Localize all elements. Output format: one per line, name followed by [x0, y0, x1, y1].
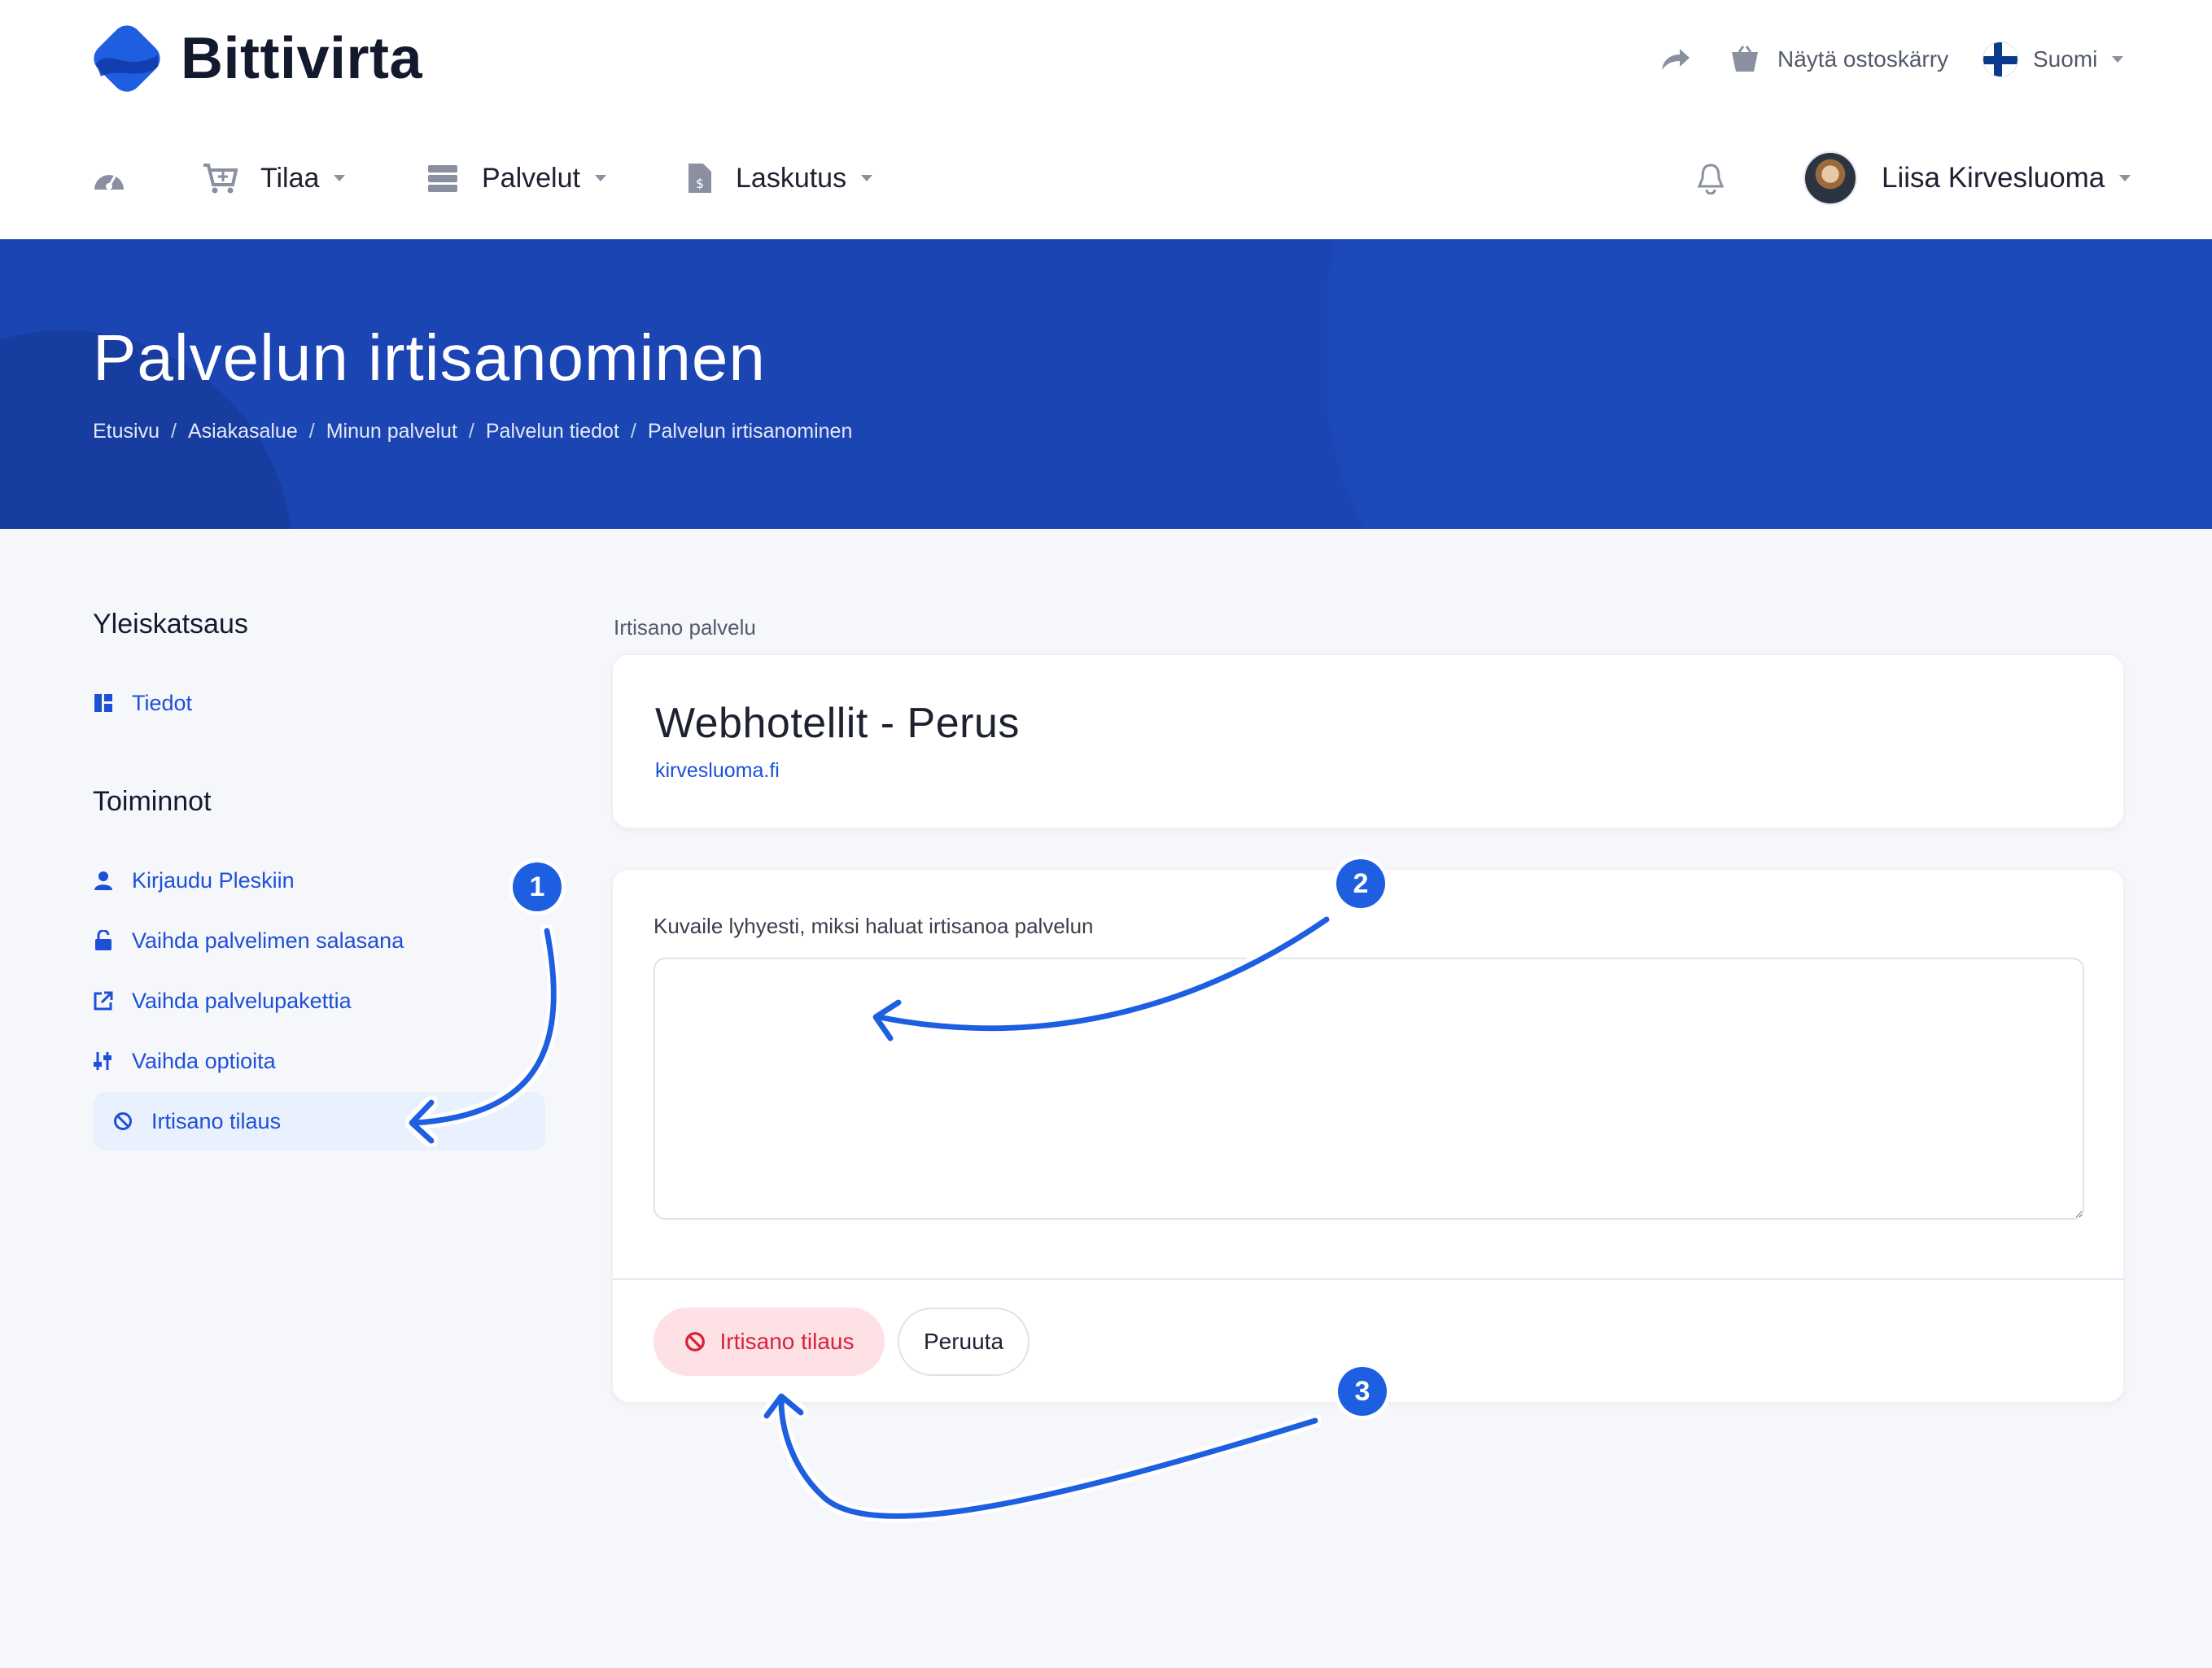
service-name: Webhotellit - Perus [655, 700, 1020, 747]
chevron-down-icon [861, 175, 873, 181]
bell-icon [1697, 164, 1725, 194]
sidebar-item-label: Irtisano tilaus [151, 1108, 282, 1133]
annotation-badge-2: 2 [1336, 859, 1385, 908]
sidebar-item-label: Kirjaudu Pleskiin [132, 867, 295, 893]
service-card: Webhotellit - Perus kirvesluoma.fi [612, 654, 2124, 828]
chevron-down-icon [594, 175, 606, 181]
nav-order-label: Tilaa [260, 162, 320, 194]
brand-name: Bittivirta [181, 26, 423, 91]
share-arrow-icon [1662, 49, 1690, 70]
sidebar-item-label: Vaihda palvelimen salasana [132, 928, 404, 953]
section-label: Irtisano palvelu [614, 615, 756, 640]
cancel-button[interactable]: Peruuta [898, 1308, 1029, 1376]
chevron-down-icon [334, 175, 346, 181]
breadcrumb-separator: / [468, 420, 474, 443]
breadcrumb-item-client-area[interactable]: Asiakasalue [188, 420, 298, 443]
bittivirta-logo-icon [94, 25, 160, 92]
annotation-badge-3: 3 [1338, 1367, 1387, 1416]
user-menu[interactable]: Liisa Kirvesluoma [1803, 151, 2131, 205]
sidebar-item-label: Tiedot [132, 690, 193, 715]
cancellation-form: Kuvaile lyhyesti, miksi haluat irtisanoa… [612, 869, 2124, 1403]
chevron-down-icon [2119, 175, 2131, 181]
divider [613, 1278, 2123, 1280]
sliders-icon [93, 1050, 114, 1072]
brand-logo[interactable]: Bittivirta [91, 23, 422, 94]
breadcrumb-item-service-details[interactable]: Palvelun tiedot [486, 420, 619, 443]
share-button[interactable] [1660, 39, 1691, 80]
page-hero: Palvelun irtisanominen Etusivu / Asiakas… [0, 239, 2212, 529]
sidebar-item-change-options[interactable]: Vaihda optioita [93, 1038, 276, 1084]
ban-icon [112, 1111, 133, 1131]
notifications-button[interactable] [1696, 151, 1725, 205]
svg-text:$: $ [696, 176, 704, 191]
hero-decoration [1327, 239, 2212, 529]
sidebar-heading-actions: Toiminnot [93, 786, 212, 817]
sidebar-item-change-password[interactable]: Vaihda palvelimen salasana [93, 918, 404, 963]
sidebar-item-plesk-login[interactable]: Kirjaudu Pleskiin [93, 858, 295, 903]
nav-services[interactable]: Palvelut [426, 151, 606, 205]
basket-icon [1732, 46, 1758, 72]
sidebar-item-cancel-subscription[interactable]: Irtisano tilaus [93, 1092, 545, 1151]
nav-services-label: Palvelut [482, 162, 580, 194]
breadcrumb-item-current: Palvelun irtisanominen [647, 420, 853, 443]
dashboard-gauge-icon [94, 174, 124, 190]
ban-icon [684, 1332, 705, 1351]
service-domain-link[interactable]: kirvesluoma.fi [655, 759, 780, 783]
breadcrumb-separator: / [308, 420, 315, 443]
breadcrumb-separator: / [630, 420, 636, 443]
reason-label: Kuvaile lyhyesti, miksi haluat irtisanoa… [654, 914, 1094, 938]
sidebar-item-change-package[interactable]: Vaihda palvelupakettia [93, 978, 352, 1024]
user-name: Liisa Kirvesluoma [1882, 162, 2105, 194]
annotation-badge-1: 1 [513, 862, 562, 911]
sidebar-heading-overview: Yleiskatsaus [93, 609, 248, 640]
breadcrumb: Etusivu / Asiakasalue / Minun palvelut /… [93, 420, 852, 443]
reason-textarea[interactable] [654, 958, 2084, 1220]
avatar [1803, 151, 1857, 205]
top-header: Bittivirta Näytä ostoskärry Suomi Tilaa [0, 0, 2212, 239]
view-cart-label: Näytä ostoskärry [1777, 46, 1949, 72]
breadcrumb-item-home[interactable]: Etusivu [93, 420, 160, 443]
cancel-subscription-label: Irtisano tilaus [719, 1329, 855, 1354]
nav-billing[interactable]: $ Laskutus [687, 151, 873, 205]
breadcrumb-separator: / [170, 420, 177, 443]
cart-plus-icon [203, 164, 238, 194]
nav-billing-label: Laskutus [736, 162, 847, 194]
chevron-down-icon [2112, 56, 2124, 63]
external-link-icon [93, 990, 114, 1011]
breadcrumb-item-my-services[interactable]: Minun palvelut [326, 420, 457, 443]
language-selector[interactable]: Suomi [1982, 39, 2124, 80]
finland-flag-icon [1982, 41, 2018, 77]
annotation-arrow-3 [778, 1398, 1318, 1519]
server-icon [428, 165, 457, 192]
view-cart-link[interactable]: Näytä ostoskärry [1729, 39, 1948, 80]
sidebar-item-label: Vaihda palvelupakettia [132, 988, 352, 1013]
sidebar-item-details[interactable]: Tiedot [93, 680, 192, 726]
page-title: Palvelun irtisanominen [93, 321, 766, 394]
cancel-subscription-button[interactable]: Irtisano tilaus [654, 1308, 885, 1376]
nav-dashboard[interactable] [91, 151, 127, 205]
language-label: Suomi [2033, 46, 2098, 72]
unlock-icon [93, 930, 114, 951]
sidebar-item-label: Vaihda optioita [132, 1048, 276, 1073]
dashboard-icon [93, 693, 114, 713]
user-icon [93, 871, 114, 890]
nav-order[interactable]: Tilaa [202, 151, 346, 205]
invoice-icon: $ [689, 164, 711, 193]
